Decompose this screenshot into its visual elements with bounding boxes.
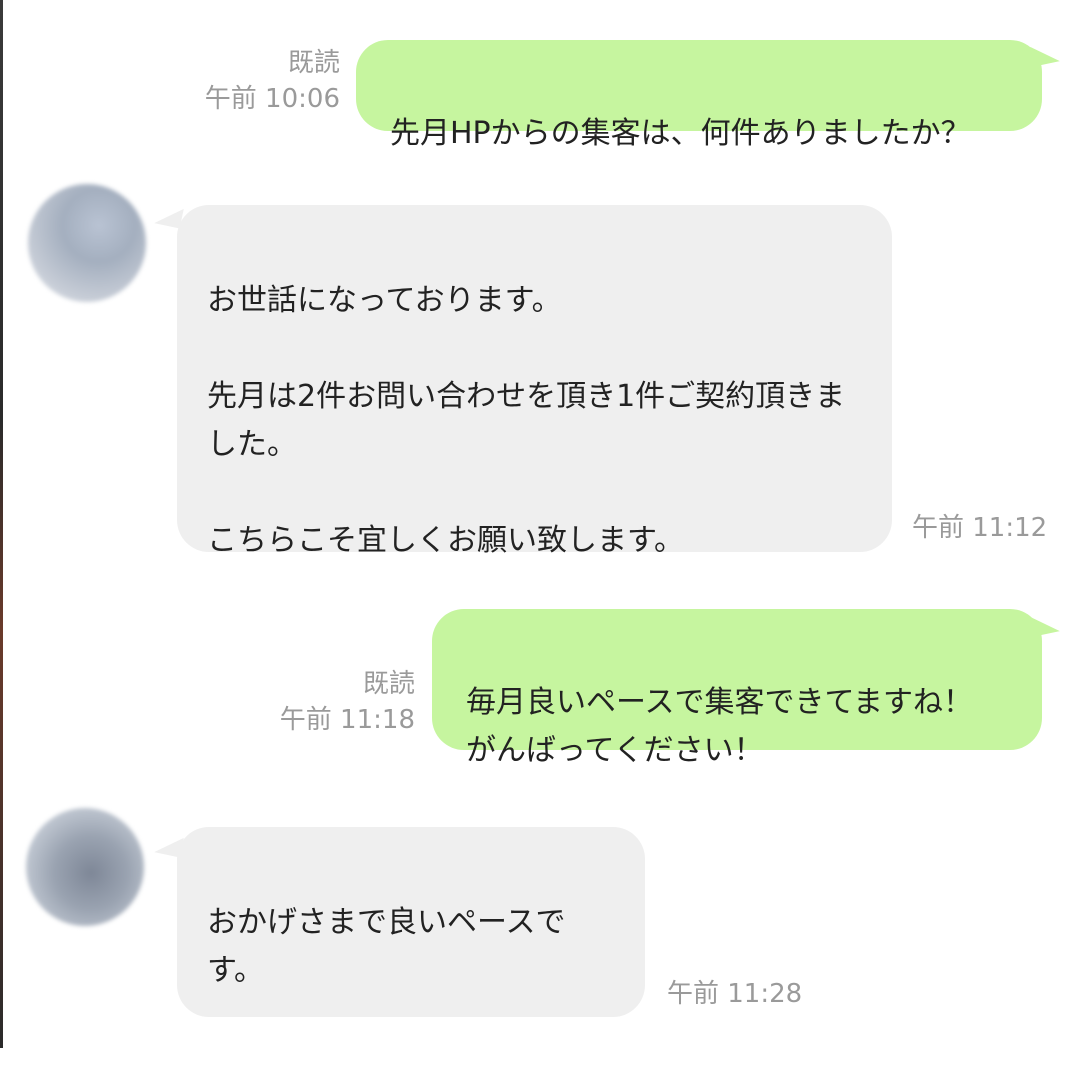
message-time: 午前 11:12	[912, 513, 1048, 543]
avatar-icon[interactable]	[28, 184, 146, 302]
message-bubble-sent[interactable]: 先月HPからの集客は、何件ありましたか？	[356, 40, 1042, 151]
chat-thread[interactable]: 既読 午前 10:06 先月HPからの集客は、何件ありましたか？ お世話になって…	[0, 0, 1080, 1084]
message-text: 毎月良いペースで集客できてますね！ がんばってください！	[466, 685, 973, 768]
message-bubble-sent[interactable]: 毎月良いペースで集客できてますね！ がんばってください！	[432, 609, 1042, 768]
avatar-icon[interactable]	[26, 808, 144, 926]
bubble-tail	[1030, 611, 1060, 637]
window-bottom-area	[0, 1048, 1080, 1080]
message-bubble-received[interactable]: お世話になっております。 先月は2件お問い合わせを頂き1件ご契約頂きました。 こ…	[177, 205, 892, 558]
read-label: 既読	[287, 48, 340, 78]
message-meta: 既読 午前 11:18	[225, 666, 415, 738]
read-label: 既読	[362, 669, 415, 699]
message-text: 先月HPからの集客は、何件ありましたか？	[390, 116, 971, 151]
message-time: 午前 11:28	[667, 979, 803, 1009]
bubble-tail	[1030, 41, 1060, 67]
message-meta: 既読 午前 10:06	[150, 45, 340, 117]
message-text: お世話になっております。 先月は2件お問い合わせを頂き1件ご契約頂きました。 こ…	[207, 283, 846, 558]
message-time: 午前 11:18	[279, 705, 415, 735]
message-time: 午前 10:06	[204, 84, 340, 114]
message-bubble-received[interactable]: おかげさまで良いペースです。 ありがとうございます。	[177, 827, 645, 1084]
